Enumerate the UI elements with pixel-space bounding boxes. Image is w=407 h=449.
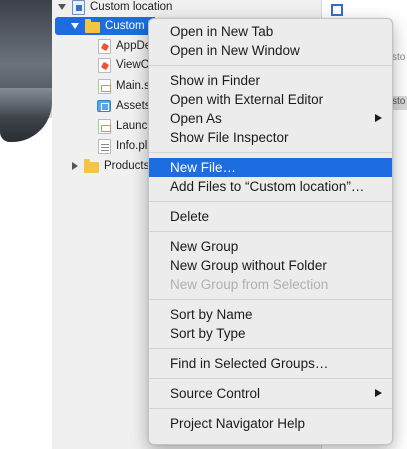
swift-file-icon — [98, 38, 111, 54]
menu-item-add-files[interactable]: Add Files to “Custom location”… — [149, 177, 392, 196]
menu-item-new-group[interactable]: New Group — [149, 237, 392, 256]
tree-row-assets[interactable]: Assets — [97, 97, 148, 115]
menu-separator — [149, 378, 392, 379]
menu-item-find-in-selected-groups[interactable]: Find in Selected Groups… — [149, 354, 392, 373]
menu-separator — [149, 348, 392, 349]
tree-row-label: Launch — [116, 120, 148, 132]
tree-row-main-storyboard[interactable]: Main.s — [98, 77, 148, 95]
submenu-arrow-icon — [375, 114, 382, 122]
asset-catalog-icon — [97, 100, 111, 112]
tree-row-label: AppDe — [116, 40, 148, 52]
tree-row-label: Main.s — [116, 80, 148, 92]
menu-separator — [149, 152, 392, 153]
tree-row-label: Info.pl — [116, 140, 148, 152]
tree-row-label: Custom location — [90, 1, 173, 13]
menu-separator — [149, 201, 392, 202]
menu-item-label: Source Control — [170, 386, 261, 401]
menu-item-open-in-new-tab[interactable]: Open in New Tab — [149, 22, 392, 41]
menu-item-delete[interactable]: Delete — [149, 207, 392, 226]
tree-row-custom-location-group[interactable]: Custom lo — [55, 17, 157, 35]
plist-file-icon — [98, 138, 111, 154]
menu-item-label: Open As — [170, 111, 222, 126]
menu-item-sort-by-type[interactable]: Sort by Type — [149, 324, 392, 343]
editor-text-fragment: sto — [392, 96, 407, 110]
tree-row-label: Assets — [116, 100, 148, 112]
menu-separator — [149, 65, 392, 66]
menu-separator — [149, 231, 392, 232]
menu-item-new-group-without-folder[interactable]: New Group without Folder — [149, 256, 392, 275]
tree-row-viewcontroller[interactable]: ViewC — [98, 56, 148, 74]
tree-row-project[interactable]: Custom location — [58, 0, 322, 16]
menu-item-show-file-inspector[interactable]: Show File Inspector — [149, 128, 392, 147]
menu-item-open-in-new-window[interactable]: Open in New Window — [149, 41, 392, 60]
folder-icon — [85, 18, 100, 33]
menu-item-show-in-finder[interactable]: Show in Finder — [149, 71, 392, 90]
disclosure-collapsed-icon[interactable] — [72, 162, 78, 170]
menu-separator — [149, 299, 392, 300]
menu-item-new-group-from-selection: New Group from Selection — [170, 277, 329, 292]
disclosure-expanded-icon[interactable] — [58, 4, 66, 10]
menu-item-new-file[interactable]: New File… — [149, 158, 392, 177]
storyboard-file-icon — [98, 118, 111, 134]
tree-row-launchscreen[interactable]: Launch — [98, 117, 148, 135]
editor-text-fragment: sto — [392, 52, 406, 63]
context-menu: Open in New Tab Open in New Window Show … — [148, 18, 393, 445]
menu-separator — [149, 408, 392, 409]
background-photo — [0, 0, 52, 142]
menu-item-project-navigator-help[interactable]: Project Navigator Help — [149, 414, 392, 433]
menu-item-source-control[interactable]: Source Control — [149, 384, 392, 403]
folder-icon — [84, 158, 99, 173]
submenu-arrow-icon — [375, 389, 382, 397]
storyboard-file-icon — [98, 78, 111, 94]
tree-row-appdelegate[interactable]: AppDe — [98, 37, 148, 55]
menu-item-sort-by-name[interactable]: Sort by Name — [149, 305, 392, 324]
swift-file-icon — [98, 57, 111, 73]
project-file-icon — [72, 0, 85, 15]
inspector-toggle-icon[interactable] — [331, 4, 343, 16]
menu-item-open-with-external-editor[interactable]: Open with External Editor — [149, 90, 392, 109]
tree-row-products[interactable]: Products — [72, 157, 148, 175]
tree-row-label: ViewC — [116, 59, 148, 71]
tree-row-label: Products — [104, 160, 148, 172]
menu-item-open-as[interactable]: Open As — [149, 109, 392, 128]
disclosure-expanded-icon[interactable] — [71, 23, 79, 29]
tree-row-info-plist[interactable]: Info.pl — [98, 137, 148, 155]
